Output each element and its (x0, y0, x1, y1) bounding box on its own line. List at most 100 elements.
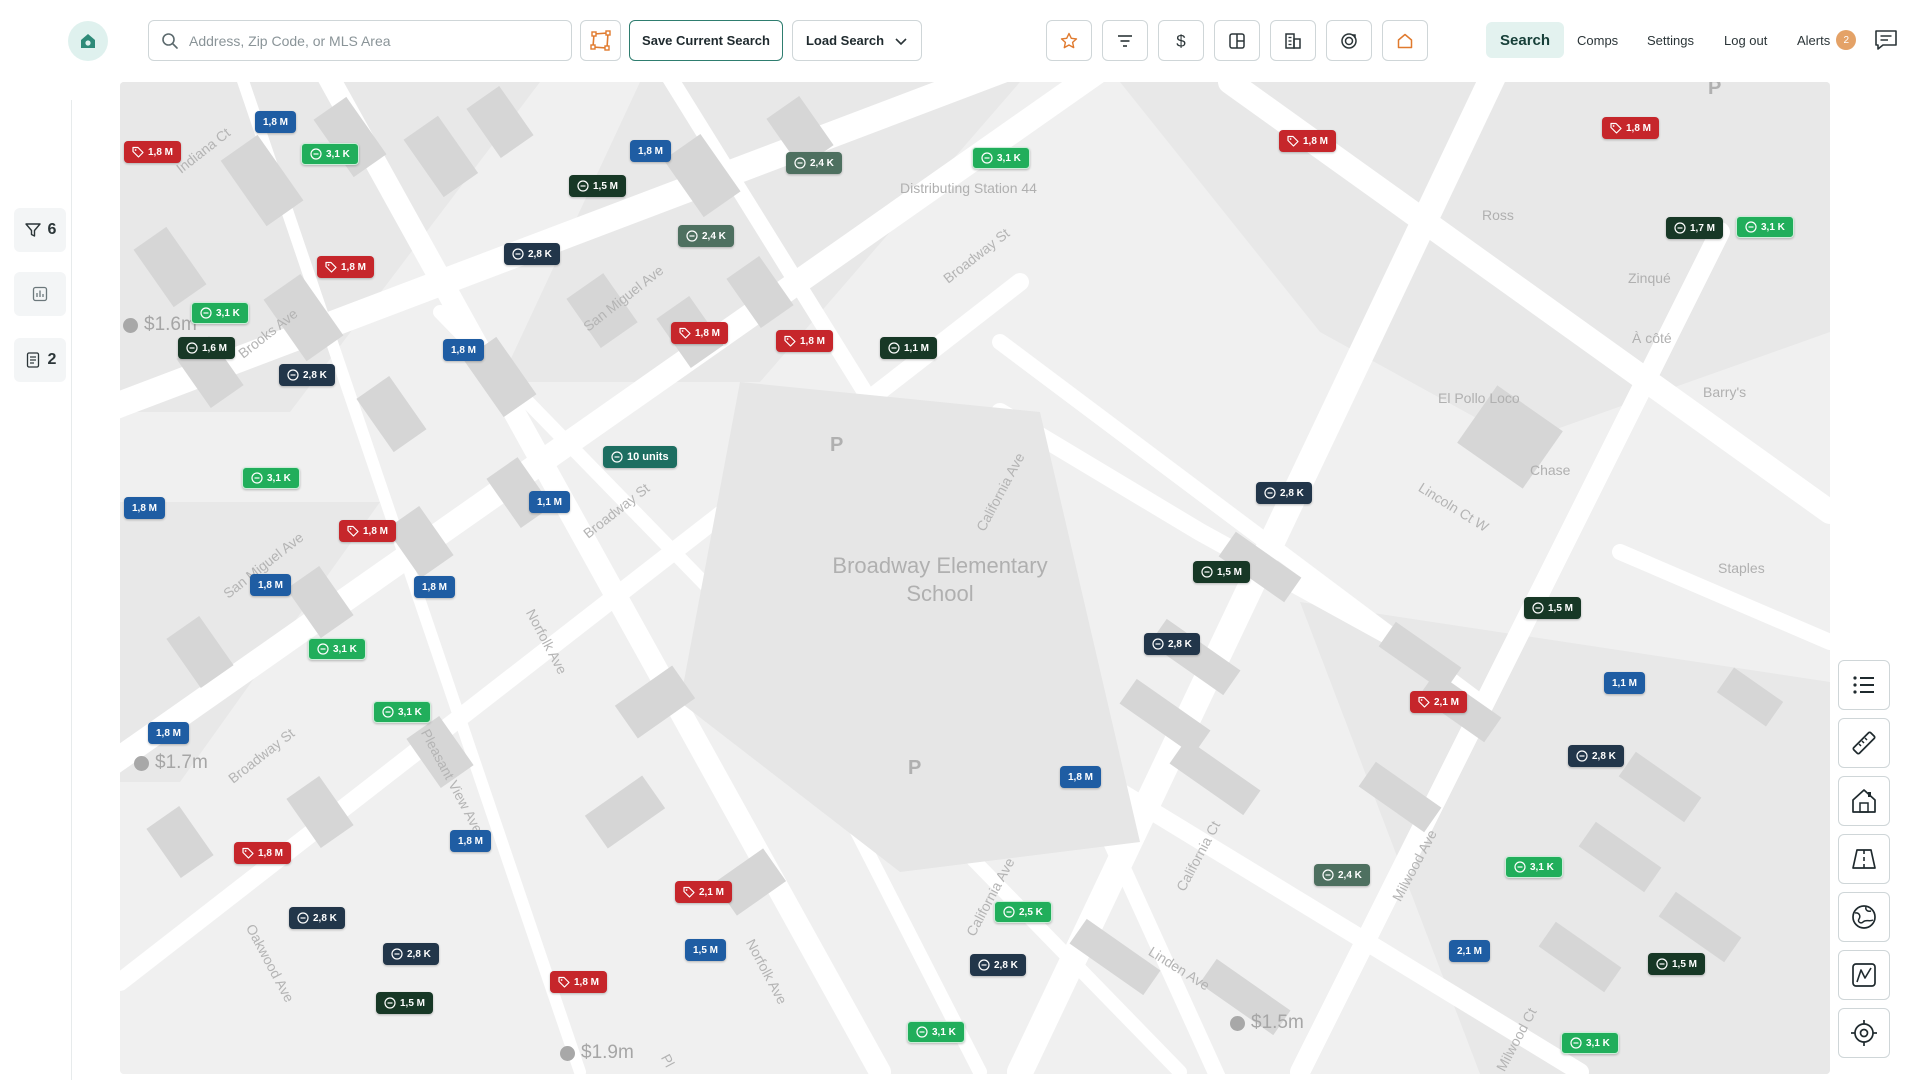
listing-marker[interactable]: 2,8 K (289, 907, 345, 929)
marker-label: 2,1 M (1457, 945, 1483, 957)
listing-marker[interactable]: 3,1 K (1561, 1032, 1619, 1054)
listing-marker[interactable]: 1,1 M (529, 491, 571, 513)
listing-marker[interactable]: 1,5 M (376, 992, 434, 1014)
listing-marker[interactable]: 1,8 M (250, 574, 292, 596)
marker-label: 1,8 M (451, 344, 477, 356)
listing-marker[interactable]: 1,8 M (148, 722, 190, 744)
listing-marker[interactable]: 3,1 K (242, 467, 300, 489)
nav-logout[interactable]: Log out (1724, 22, 1767, 58)
listing-marker[interactable]: 1,8 M (550, 971, 608, 993)
poi-label: El Pollo Loco (1438, 390, 1520, 406)
listing-marker[interactable]: 3,1 K (1736, 216, 1794, 238)
listing-marker[interactable]: 3,1 K (191, 302, 249, 324)
favorites-button[interactable] (1046, 20, 1092, 61)
listing-marker[interactable]: 1,8 M (317, 256, 375, 278)
listing-marker[interactable]: 3,1 K (301, 143, 359, 165)
save-current-search-button[interactable]: Save Current Search (629, 20, 783, 61)
draw-boundary-button[interactable] (580, 20, 621, 61)
listing-marker[interactable]: 1,5 M (1524, 597, 1582, 619)
listing-marker[interactable]: 2,1 M (1449, 940, 1491, 962)
listing-marker[interactable]: 1,7 M (1666, 217, 1724, 239)
listing-marker[interactable]: 2,8 K (279, 364, 335, 386)
listing-marker[interactable]: 1,8 M (1602, 117, 1660, 139)
listing-marker[interactable]: 2,8 K (1568, 745, 1624, 767)
parking-label: P (1708, 82, 1722, 99)
marker-label: 3,1 K (1761, 221, 1785, 233)
listing-marker[interactable]: 10 units (603, 446, 677, 468)
nav-comps[interactable]: Comps (1577, 22, 1618, 58)
my-location-button[interactable] (1838, 1008, 1890, 1058)
marker-label: 1,8 M (638, 145, 664, 157)
target-market-button[interactable] (1326, 20, 1372, 61)
property-view-button[interactable] (1838, 776, 1890, 826)
filters-button[interactable]: 6 (14, 208, 66, 252)
home-filter-button[interactable] (1382, 20, 1428, 61)
top-bar: Save Current Search Load Search $ (0, 0, 1920, 80)
price-filter-button[interactable]: $ (1158, 20, 1204, 61)
messages-button[interactable] (1872, 22, 1900, 58)
nav-settings[interactable]: Settings (1647, 22, 1694, 58)
listing-marker[interactable]: 2,1 M (1410, 691, 1468, 713)
listing-marker[interactable]: 1,8 M (124, 141, 182, 163)
listing-marker[interactable]: 1,8 M (450, 830, 492, 852)
listing-marker[interactable]: 1,8 M (255, 111, 297, 133)
poi-label: Chase (1530, 462, 1571, 478)
listing-marker[interactable]: 1,8 M (124, 497, 166, 519)
listing-marker[interactable]: 1,8 M (1060, 766, 1102, 788)
marker-label: 1,5 M (1217, 566, 1243, 578)
marker-label: 1,5 M (1672, 958, 1698, 970)
listing-marker[interactable]: 1,8 M (1279, 130, 1337, 152)
listing-marker[interactable]: 1,8 M (339, 520, 397, 542)
listing-marker[interactable]: 3,1 K (308, 638, 366, 660)
listing-marker[interactable]: 1,8 M (630, 140, 672, 162)
listing-marker[interactable]: 1,5 M (1193, 561, 1251, 583)
listing-marker[interactable]: 1,8 M (443, 339, 485, 361)
marker-label: 1,8 M (363, 525, 389, 537)
listing-marker[interactable]: 2,8 K (383, 943, 439, 965)
listing-marker[interactable]: 3,1 K (907, 1021, 965, 1043)
list-view-button[interactable] (1838, 660, 1890, 710)
listing-marker[interactable]: 3,1 K (1505, 856, 1563, 878)
listing-marker[interactable]: 1,5 M (1648, 953, 1706, 975)
nav-search[interactable]: Search (1486, 22, 1565, 58)
draw-area-button[interactable] (1838, 950, 1890, 1000)
notes-button[interactable]: 2 (14, 338, 66, 382)
listing-marker[interactable]: 3,1 K (972, 147, 1030, 169)
listing-marker[interactable]: 2,8 K (1256, 482, 1312, 504)
measure-button[interactable] (1838, 718, 1890, 768)
load-search-button[interactable]: Load Search (792, 20, 922, 61)
listing-marker[interactable]: 2,8 K (970, 954, 1026, 976)
search-input[interactable] (189, 32, 549, 49)
listing-marker[interactable]: 2,8 K (504, 243, 560, 265)
listing-marker[interactable]: 2,8 K (1144, 633, 1200, 655)
listing-marker[interactable]: 1,1 M (1604, 672, 1646, 694)
marker-label: 2,5 K (1019, 906, 1043, 918)
listing-marker[interactable]: 3,1 K (373, 701, 431, 723)
nav-alerts[interactable]: Alerts 2 (1797, 22, 1857, 58)
map-layers-button[interactable] (1838, 834, 1890, 884)
listing-marker[interactable]: 2,4 K (678, 225, 734, 247)
map-canvas[interactable]: Indiana Ct Brooks Ave San Miguel Ave Bro… (120, 82, 1830, 1074)
listing-marker[interactable]: 2,4 K (786, 152, 842, 174)
buildings-button[interactable] (1270, 20, 1316, 61)
listing-marker[interactable]: 1,8 M (414, 576, 456, 598)
listing-marker[interactable]: 2,4 K (1314, 864, 1370, 886)
search-field[interactable] (148, 20, 572, 61)
price-tag-icon (683, 886, 695, 898)
listing-marker[interactable]: 1,8 M (234, 842, 292, 864)
listing-marker[interactable]: 2,5 K (994, 901, 1052, 923)
stats-button[interactable] (14, 272, 66, 316)
listing-marker[interactable]: 1,6 M (178, 337, 236, 359)
listing-marker[interactable]: 1,1 M (880, 337, 938, 359)
listing-marker[interactable]: 1,5 M (685, 939, 727, 961)
home-logo[interactable] (68, 21, 108, 61)
sort-button[interactable] (1102, 20, 1148, 61)
layout-button[interactable] (1214, 20, 1260, 61)
minus-circle-icon (1570, 1037, 1582, 1049)
satellite-button[interactable] (1838, 892, 1890, 942)
listing-marker[interactable]: 1,8 M (776, 330, 834, 352)
area-price-tag: $1.9m (560, 1042, 634, 1064)
listing-marker[interactable]: 1,8 M (671, 322, 729, 344)
listing-marker[interactable]: 1,5 M (569, 175, 627, 197)
listing-marker[interactable]: 2,1 M (675, 881, 733, 903)
